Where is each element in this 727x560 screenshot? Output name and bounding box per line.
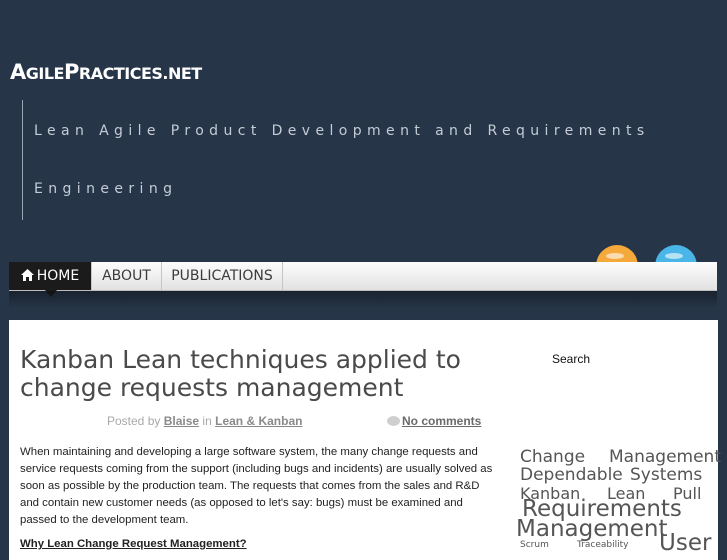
tag-link[interactable]: Management <box>609 447 721 467</box>
tag-link[interactable]: Management <box>516 516 668 542</box>
tag-link[interactable]: Traceability <box>577 540 628 550</box>
nav-shadow <box>9 291 717 309</box>
tag-link[interactable]: Dependable <box>520 465 623 485</box>
tag-link[interactable]: Scrum <box>520 540 549 550</box>
category-link[interactable]: Lean & Kanban <box>215 414 302 428</box>
nav-home[interactable]: HOME <box>9 262 92 297</box>
tag-link[interactable]: User <box>659 530 711 556</box>
site-title-part: GILE <box>25 64 65 83</box>
tagline-divider <box>22 100 23 220</box>
site-title-part: P <box>63 60 79 84</box>
content-area: Kanban Lean techniques applied to change… <box>9 320 721 560</box>
tagline-line-1: Lean Agile Product Development and Requi… <box>34 123 650 139</box>
post-title[interactable]: Kanban Lean techniques applied to change… <box>20 346 480 402</box>
home-icon <box>20 269 34 281</box>
tag-link[interactable]: Change <box>520 447 585 467</box>
nav-publications[interactable]: PUBLICATIONS <box>162 262 283 290</box>
site-tagline: Lean Agile Product Development and Requi… <box>34 120 674 236</box>
comments-link[interactable]: No comments <box>402 414 481 428</box>
author-link[interactable]: Blaise <box>164 414 199 428</box>
in-label: in <box>202 414 212 428</box>
tag-link[interactable]: Systems <box>630 465 702 485</box>
comments: No comments <box>387 414 481 428</box>
post-meta: Posted by Blaise in Lean & Kanban <box>107 414 302 428</box>
posted-by-label: Posted by <box>107 414 161 428</box>
site-title[interactable]: AGILEPRACTICES.NET <box>10 60 202 84</box>
nav-about[interactable]: ABOUT <box>92 262 162 290</box>
search-label: Search <box>552 352 591 366</box>
nav-home-label: HOME <box>36 268 80 284</box>
tagline-line-2: Engineering <box>34 181 178 197</box>
site-title-part: A <box>10 60 26 84</box>
comment-bubble-icon <box>387 416 400 426</box>
main-nav: HOME ABOUT PUBLICATIONS <box>9 262 717 297</box>
post-body: When maintaining and developing a large … <box>20 446 493 526</box>
site-title-part: RACTICES.NET <box>78 64 202 83</box>
post-subheading: Why Lean Change Request Management? <box>20 538 247 550</box>
